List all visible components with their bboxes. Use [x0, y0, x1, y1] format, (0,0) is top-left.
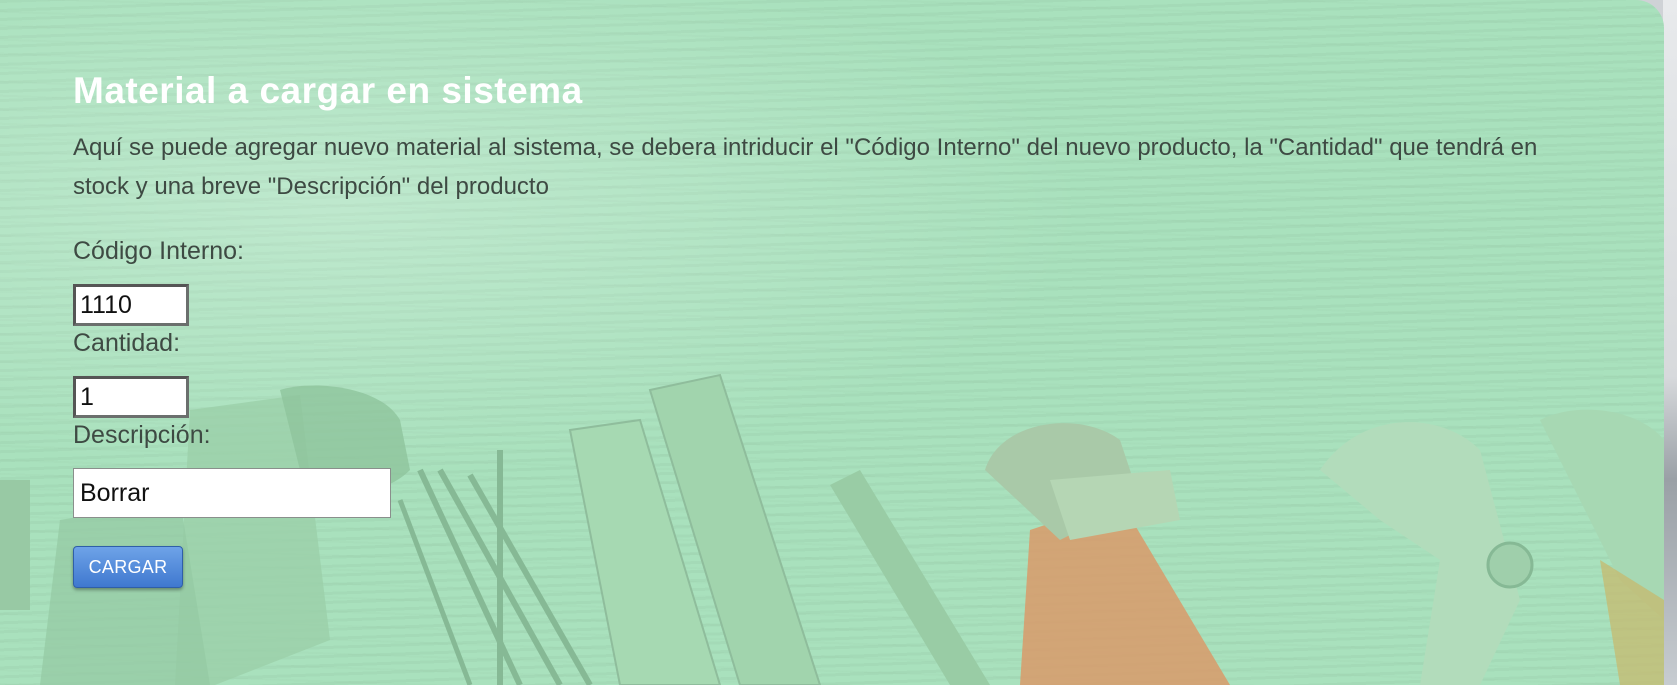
cantidad-label: Cantidad: [73, 329, 181, 357]
descripcion-input[interactable] [73, 468, 391, 518]
page-title: Material a cargar en sistema [73, 70, 583, 111]
cantidad-input[interactable] [73, 376, 189, 418]
descripcion-label: Descripción: [73, 421, 211, 449]
page-edge-strip [1663, 0, 1677, 685]
intro-text: Aquí se puede agregar nuevo material al … [73, 134, 1538, 200]
codigo-interno-input[interactable] [73, 284, 189, 326]
background-panel: Material a cargar en sistema Aquí se pue… [0, 0, 1664, 685]
material-form: Material a cargar en sistema Aquí se pue… [73, 62, 1593, 588]
codigo-interno-label: Código Interno: [73, 237, 244, 265]
cargar-button[interactable]: CARGAR [73, 546, 183, 588]
